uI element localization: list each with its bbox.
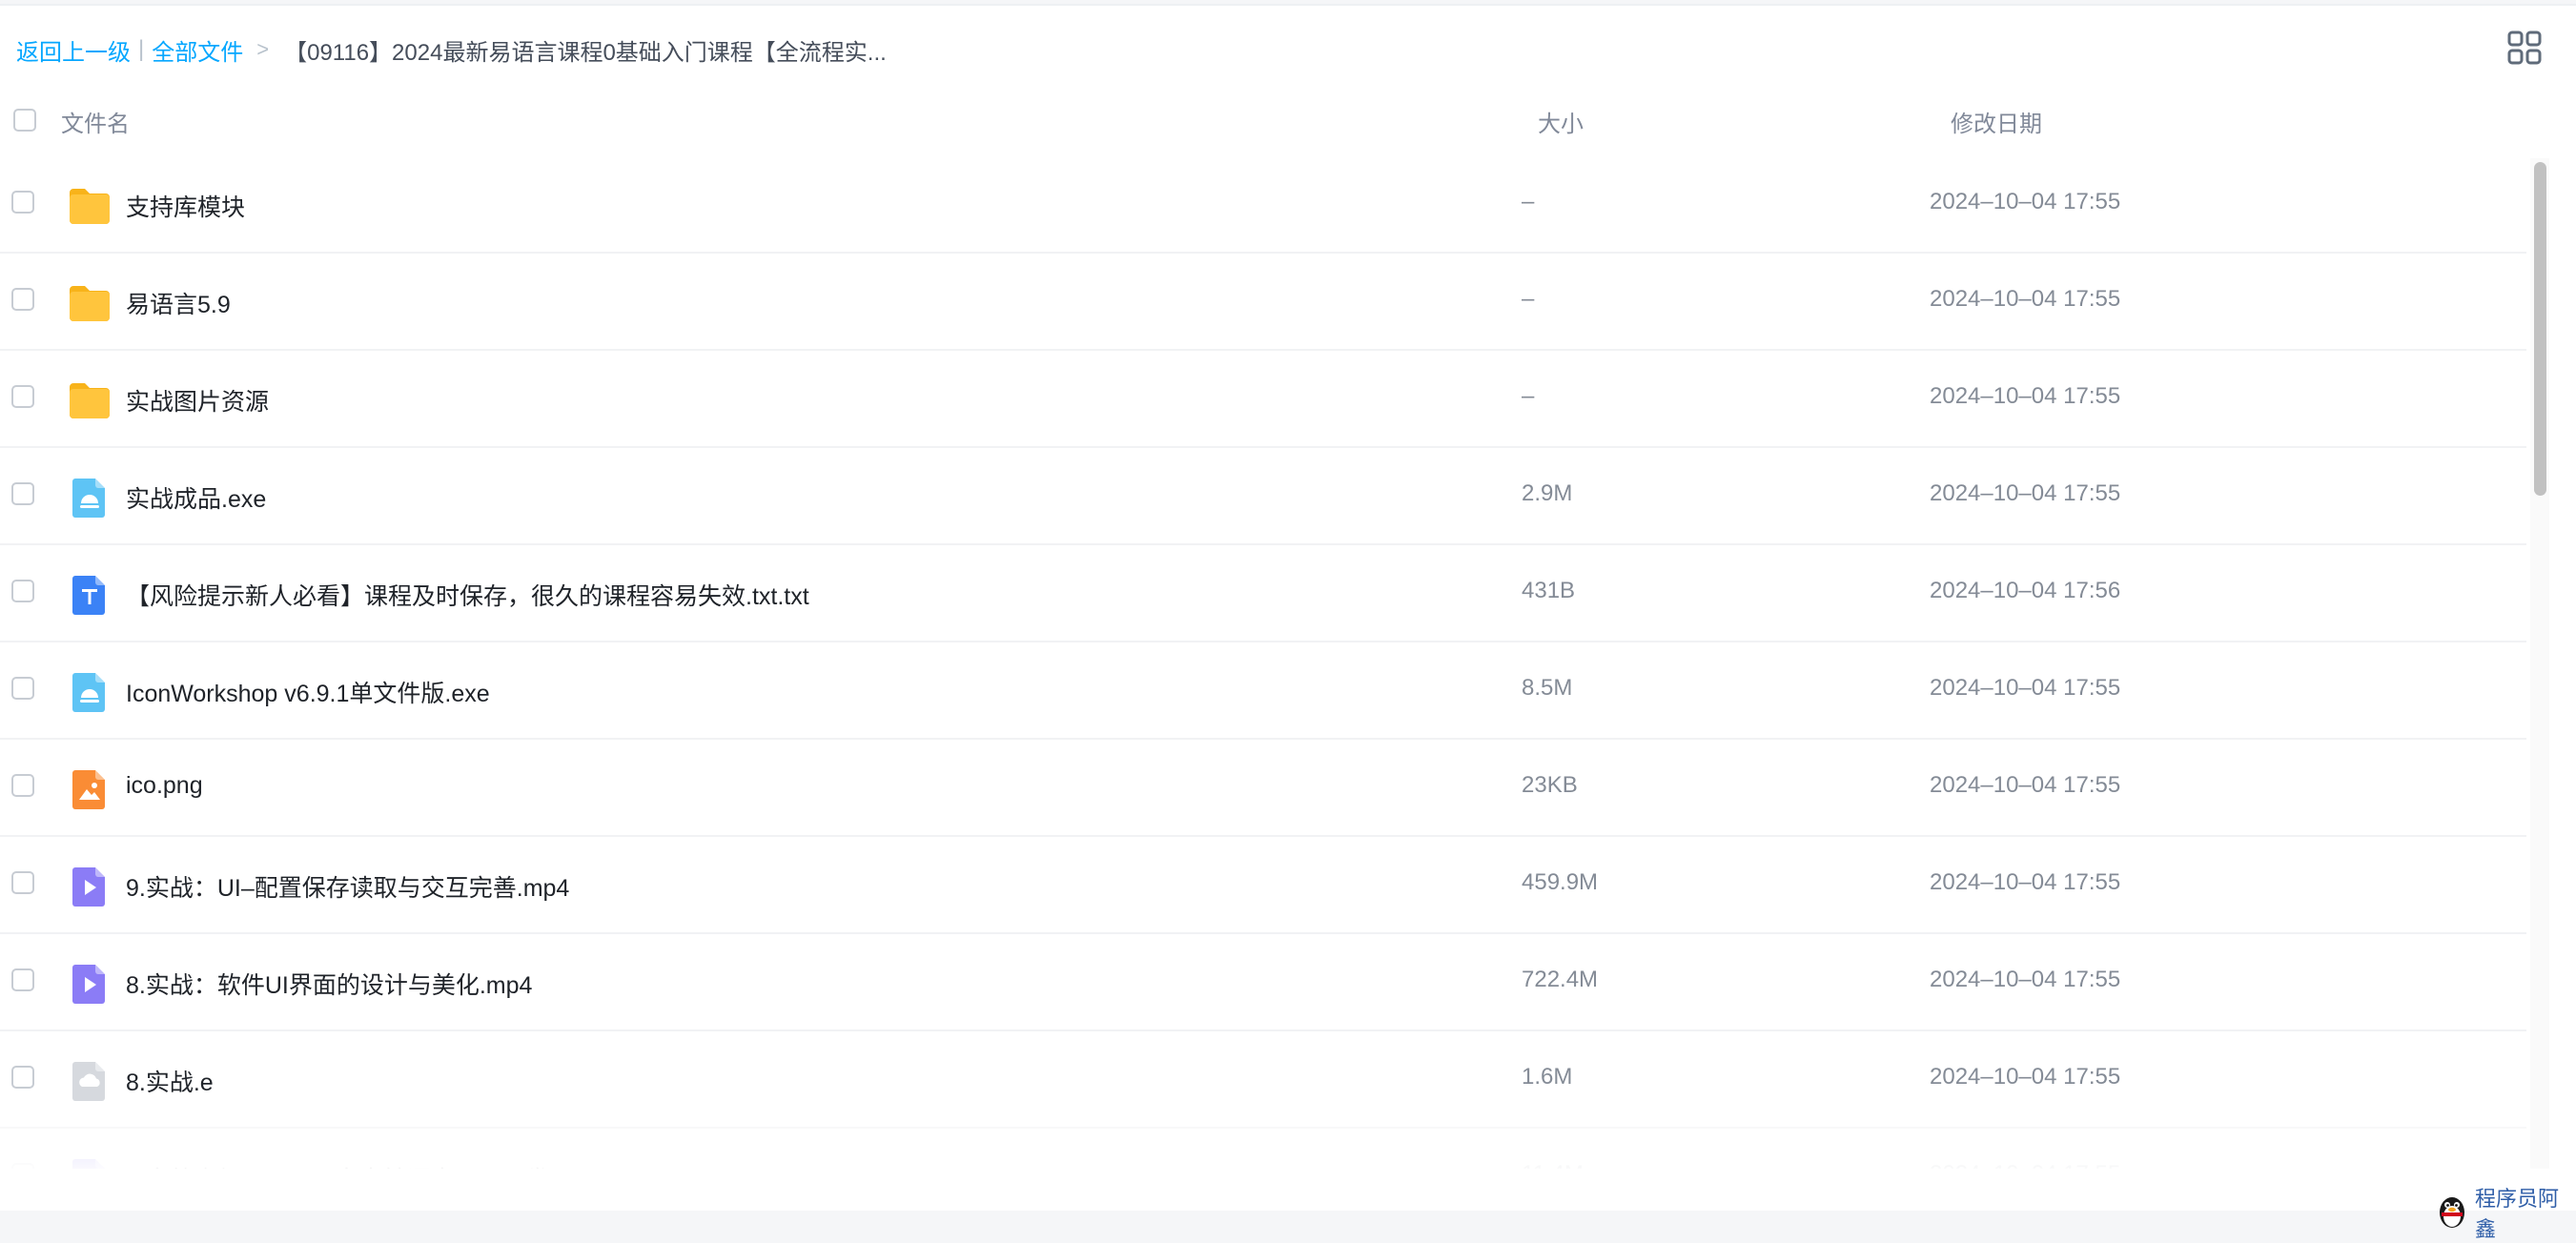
file-date: 2024–10–04 17:55 xyxy=(1930,772,2121,798)
file-row[interactable]: IconWorkshop v6.9.1单文件版.exe 8.5M 2024–10–0… xyxy=(0,642,2526,740)
file-size: 1.6M xyxy=(1522,1064,1573,1090)
file-size: 11.4M xyxy=(1522,1161,1584,1169)
file-row[interactable]: 7.实战介绍：Groovi文本转语音工具开发.mp4 11.4M 2024–10–0… xyxy=(0,1129,2526,1169)
file-browser-panel: 返回上一级 | 全部文件 > 【09116】2024最新易语言课程0基础入门课程… xyxy=(0,4,2576,1211)
file-name[interactable]: 8.实战：软件UI界面的设计与美化.mp4 xyxy=(126,967,532,1001)
file-name[interactable]: 支持库模块 xyxy=(126,189,245,223)
file-size: 722.4M xyxy=(1522,967,1599,992)
file-size: 459.9M xyxy=(1522,869,1599,895)
row-checkbox[interactable] xyxy=(11,774,34,797)
file-size: 23KB xyxy=(1522,772,1578,798)
file-date: 2024–10–04 17:55 xyxy=(1930,1064,2121,1090)
watermark: 程序员阿鑫 xyxy=(2433,1187,2576,1241)
folder-icon xyxy=(67,377,112,423)
file-row[interactable]: 【风险提示新人必看】课程及时保存，很久的课程容易失效.txt.txt 431B 20… xyxy=(0,545,2526,642)
scrollbar-thumb[interactable] xyxy=(2534,162,2546,496)
file-size: 2.9M xyxy=(1522,480,1573,506)
file-row[interactable]: ico.png 23KB 2024–10–04 17:55 xyxy=(0,740,2526,837)
video-file-icon xyxy=(67,864,112,909)
row-checkbox[interactable] xyxy=(11,385,34,408)
video-file-icon xyxy=(67,1155,112,1169)
file-name[interactable]: IconWorkshop v6.9.1单文件版.exe xyxy=(126,675,490,709)
column-header-name[interactable]: 文件名 xyxy=(61,105,130,138)
image-file-icon xyxy=(67,766,112,812)
file-date: 2024–10–04 17:55 xyxy=(1930,383,2121,409)
column-header-date[interactable]: 修改日期 xyxy=(1951,105,2042,138)
row-checkbox[interactable] xyxy=(11,677,34,700)
column-header-size[interactable]: 大小 xyxy=(1538,105,1584,138)
file-name[interactable]: 9.实战：UI–配置保存读取与交互完善.mp4 xyxy=(126,869,569,904)
folder-icon xyxy=(67,280,112,326)
file-date: 2024–10–04 17:55 xyxy=(1930,675,2121,701)
file-row[interactable]: 实战成品.exe 2.9M 2024–10–04 17:55 xyxy=(0,448,2526,545)
row-checkbox[interactable] xyxy=(11,968,34,991)
row-checkbox[interactable] xyxy=(11,482,34,505)
file-row[interactable]: 支持库模块 – 2024–10–04 17:55 xyxy=(0,156,2526,254)
table-header: 文件名 大小 修改日期 xyxy=(0,82,2576,154)
file-name[interactable]: 实战成品.exe xyxy=(126,480,266,515)
row-checkbox[interactable] xyxy=(11,191,34,214)
grid-view-icon[interactable] xyxy=(2507,31,2542,65)
file-name[interactable]: 8.实战.e xyxy=(126,1064,214,1098)
file-name[interactable]: 易语言5.9 xyxy=(126,286,231,320)
folder-icon xyxy=(67,183,112,229)
select-all-checkbox[interactable] xyxy=(13,109,36,132)
file-date: 2024–10–04 17:56 xyxy=(1930,578,2121,603)
unknown-file-icon xyxy=(67,1058,112,1104)
breadcrumb-arrow: > xyxy=(256,37,270,61)
file-size: 8.5M xyxy=(1522,675,1573,701)
row-checkbox[interactable] xyxy=(11,1066,34,1089)
file-name[interactable]: ico.png xyxy=(126,772,203,800)
exe-file-icon xyxy=(67,475,112,520)
all-files-link[interactable]: 全部文件 xyxy=(152,33,243,67)
current-folder-title: 【09116】2024最新易语言课程0基础入门课程【全流程实... xyxy=(284,39,887,66)
file-name[interactable]: 【风险提示新人必看】课程及时保存，很久的课程容易失效.txt.txt xyxy=(126,578,809,612)
row-checkbox[interactable] xyxy=(11,871,34,894)
watermark-text: 程序员阿鑫 xyxy=(2475,1187,2560,1241)
file-name[interactable]: 7.实战介绍：Groovi文本转语音工具开发.mp4 xyxy=(126,1161,603,1169)
back-link[interactable]: 返回上一级 xyxy=(16,33,131,67)
row-checkbox[interactable] xyxy=(11,288,34,311)
file-size: – xyxy=(1522,286,1535,312)
exe-file-icon xyxy=(67,669,112,715)
breadcrumb-bar: 返回上一级 | 全部文件 > 【09116】2024最新易语言课程0基础入门课程… xyxy=(0,6,2576,82)
file-date: 2024–10–04 17:55 xyxy=(1930,189,2121,214)
file-row[interactable]: 8.实战：软件UI界面的设计与美化.mp4 722.4M 2024–10–04 17… xyxy=(0,934,2526,1031)
row-checkbox[interactable] xyxy=(11,1163,34,1169)
file-list: 支持库模块 – 2024–10–04 17:55 易语言5.9 – 2024–10–04 … xyxy=(0,156,2526,1169)
file-size: – xyxy=(1522,383,1535,409)
video-file-icon xyxy=(67,961,112,1007)
file-date: 2024–10–04 17:55 xyxy=(1930,1161,2120,1169)
file-date: 2024–10–04 17:55 xyxy=(1930,967,2121,992)
row-checkbox[interactable] xyxy=(11,580,34,602)
file-name[interactable]: 实战图片资源 xyxy=(126,383,269,418)
file-row[interactable]: 8.实战.e 1.6M 2024–10–04 17:55 xyxy=(0,1031,2526,1129)
txt-file-icon xyxy=(67,572,112,618)
file-size: 431B xyxy=(1522,578,1576,603)
file-size: – xyxy=(1522,189,1535,214)
file-row[interactable]: 9.实战：UI–配置保存读取与交互完善.mp4 459.9M 2024–10–04 … xyxy=(0,837,2526,934)
file-date: 2024–10–04 17:55 xyxy=(1930,480,2121,506)
file-row[interactable]: 易语言5.9 – 2024–10–04 17:55 xyxy=(0,254,2526,351)
file-row[interactable]: 实战图片资源 – 2024–10–04 17:55 xyxy=(0,351,2526,448)
file-date: 2024–10–04 17:55 xyxy=(1930,869,2121,895)
file-date: 2024–10–04 17:55 xyxy=(1930,286,2121,312)
breadcrumb-separator: | xyxy=(138,36,145,62)
penguin-icon xyxy=(2433,1192,2471,1234)
breadcrumb: 返回上一级 | 全部文件 > 【09116】2024最新易语言课程0基础入门课程… xyxy=(16,31,887,69)
